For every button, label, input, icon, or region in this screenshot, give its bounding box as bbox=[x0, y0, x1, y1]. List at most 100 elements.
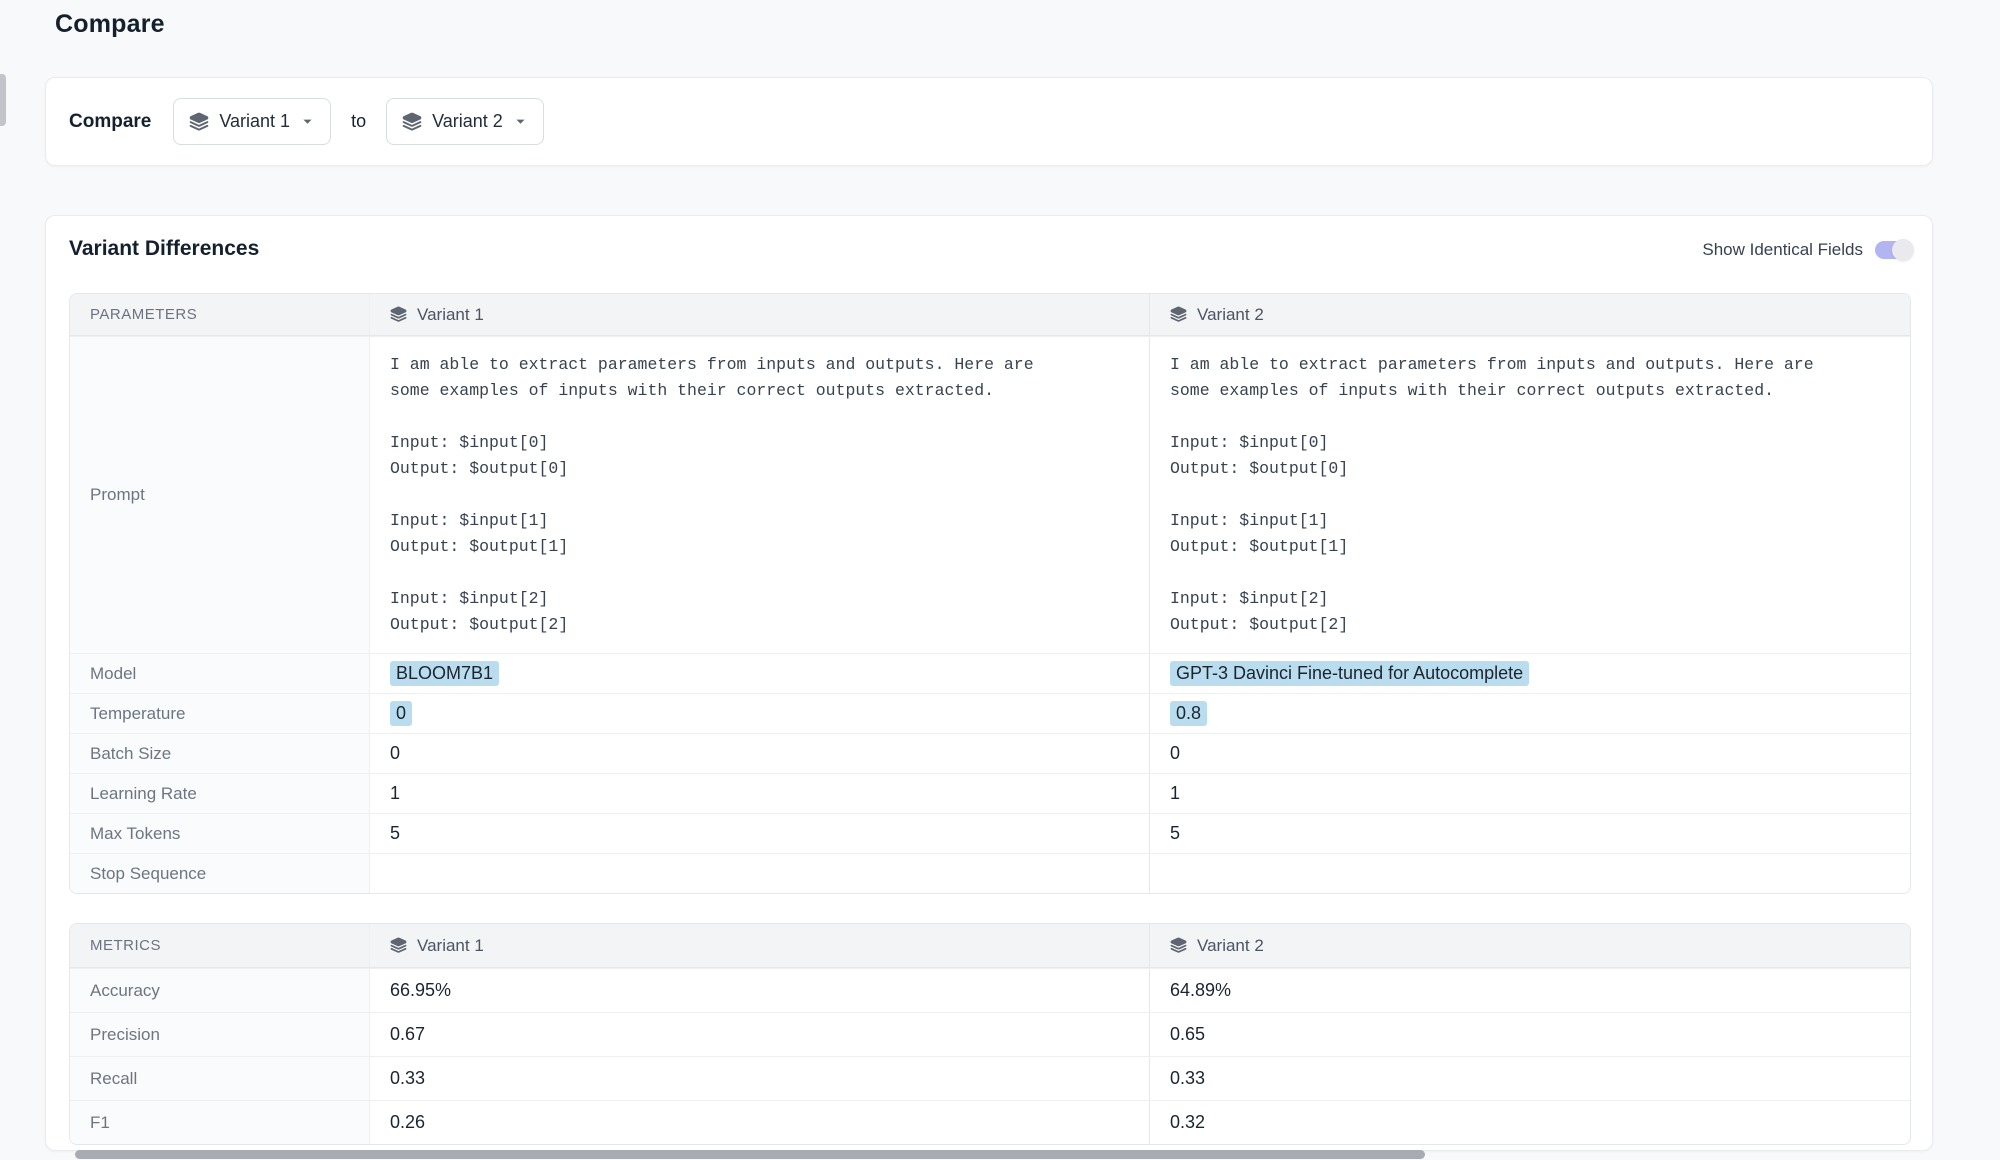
cell-value: 0.32 bbox=[1170, 1112, 1205, 1133]
section-label: METRICS bbox=[90, 937, 161, 954]
variant2-column-header: Variant 2 bbox=[1150, 294, 1910, 335]
variant1-value-cell: 5 bbox=[370, 814, 1150, 853]
chevron-down-icon bbox=[300, 114, 315, 129]
table-row: Max Tokens55 bbox=[70, 813, 1910, 853]
cell-value: 0.67 bbox=[390, 1024, 425, 1045]
section-label: PARAMETERS bbox=[90, 306, 197, 323]
variant2-value-cell: 1 bbox=[1150, 774, 1910, 813]
layers-icon bbox=[402, 112, 422, 132]
variant2-value-cell: 0.65 bbox=[1150, 1013, 1910, 1056]
horizontal-scrollbar-thumb[interactable] bbox=[75, 1150, 1425, 1159]
variant1-value-cell: 66.95% bbox=[370, 969, 1150, 1012]
variant1-selector[interactable]: Variant 1 bbox=[173, 98, 331, 145]
toggle-label: Show Identical Fields bbox=[1702, 240, 1863, 260]
show-identical-fields-toggle[interactable] bbox=[1875, 241, 1912, 259]
variant-header-label: Variant 2 bbox=[1197, 305, 1264, 325]
section-label: METRICS bbox=[70, 924, 370, 967]
vertical-scrollbar-thumb[interactable] bbox=[0, 74, 6, 126]
row-label-cell: Recall bbox=[70, 1057, 370, 1100]
panel-title: Variant Differences bbox=[69, 237, 259, 261]
row-label-cell: Precision bbox=[70, 1013, 370, 1056]
table-row: F1 0.26 0.32 bbox=[70, 1100, 1910, 1144]
row-label-cell: Temperature bbox=[70, 694, 370, 733]
layers-icon bbox=[390, 937, 407, 954]
cell-value: 0.33 bbox=[1170, 1068, 1205, 1089]
variant1-value-cell: 0 bbox=[370, 734, 1150, 773]
row-label: F1 bbox=[90, 1113, 110, 1133]
row-label-cell: Model bbox=[70, 654, 370, 693]
variant1-value-cell: 0 bbox=[370, 694, 1150, 733]
row-label: Recall bbox=[90, 1069, 137, 1089]
layers-icon bbox=[390, 306, 407, 323]
variant1-selector-label: Variant 1 bbox=[219, 111, 290, 132]
table-row: Stop Sequence bbox=[70, 853, 1910, 893]
row-label-cell: F1 bbox=[70, 1101, 370, 1144]
variant2-value-cell: 0.33 bbox=[1150, 1057, 1910, 1100]
variant1-value-cell: 0.67 bbox=[370, 1013, 1150, 1056]
cell-value: I am able to extract parameters from inp… bbox=[390, 352, 1034, 638]
variant2-value-cell: I am able to extract parameters from inp… bbox=[1150, 337, 1910, 653]
page-title: Compare bbox=[55, 10, 165, 39]
variant1-value-cell: BLOOM7B1 bbox=[370, 654, 1150, 693]
variant-header-label: Variant 1 bbox=[417, 305, 484, 325]
layers-icon bbox=[189, 112, 209, 132]
variant-header-label: Variant 1 bbox=[417, 936, 484, 956]
row-label-cell: Max Tokens bbox=[70, 814, 370, 853]
variant2-value-cell: 64.89% bbox=[1150, 969, 1910, 1012]
parameters-table: PARAMETERS Variant 1 Variant 2 Prompt I am a… bbox=[69, 293, 1911, 894]
diff-highlight-value: 0 bbox=[390, 701, 412, 726]
variant-header-label: Variant 2 bbox=[1197, 936, 1264, 956]
variant2-value-cell: 0.8 bbox=[1150, 694, 1910, 733]
variant1-value-cell: 0.33 bbox=[370, 1057, 1150, 1100]
variant2-column-header: Variant 2 bbox=[1150, 924, 1910, 967]
cell-value: 0 bbox=[1170, 743, 1180, 764]
toggle-knob bbox=[1892, 239, 1914, 261]
cell-value: 0.33 bbox=[390, 1068, 425, 1089]
row-label: Temperature bbox=[90, 704, 185, 724]
row-label-cell: Prompt bbox=[70, 337, 370, 653]
variant1-column-header: Variant 1 bbox=[370, 294, 1150, 335]
row-label: Stop Sequence bbox=[90, 864, 206, 884]
variant1-value-cell: I am able to extract parameters from inp… bbox=[370, 337, 1150, 653]
diff-highlight-value: BLOOM7B1 bbox=[390, 661, 499, 686]
cell-value: 0.26 bbox=[390, 1112, 425, 1133]
table-row: Accuracy 66.95% 64.89% bbox=[70, 968, 1910, 1012]
cell-value: 0 bbox=[390, 743, 400, 764]
variant2-value-cell bbox=[1150, 854, 1910, 893]
cell-value: 5 bbox=[390, 823, 400, 844]
row-label: Prompt bbox=[90, 485, 145, 505]
variant2-value-cell: 0.32 bbox=[1150, 1101, 1910, 1144]
cell-value: I am able to extract parameters from inp… bbox=[1170, 352, 1814, 638]
cell-value: 1 bbox=[390, 783, 400, 804]
show-identical-fields-control: Show Identical Fields bbox=[1702, 240, 1912, 260]
layers-icon bbox=[1170, 937, 1187, 954]
cell-value: 1 bbox=[1170, 783, 1180, 804]
variant1-value-cell bbox=[370, 854, 1150, 893]
row-label: Batch Size bbox=[90, 744, 171, 764]
table-row: Batch Size 0 0 bbox=[70, 733, 1910, 773]
variant2-selector[interactable]: Variant 2 bbox=[386, 98, 544, 145]
variant2-value-cell: 0 bbox=[1150, 734, 1910, 773]
table-row: Prompt I am able to extract parameters fr… bbox=[70, 336, 1910, 653]
compare-page: Compare Compare Variant 1 to Variant 2 V… bbox=[0, 0, 2000, 1160]
row-label: Learning Rate bbox=[90, 784, 197, 804]
variant-differences-panel: Variant Differences Show Identical Field… bbox=[45, 215, 1933, 1151]
row-label: Max Tokens bbox=[90, 824, 180, 844]
table-row: Learning Rate 1 1 bbox=[70, 773, 1910, 813]
metrics-table: METRICS Variant 1 Variant 2 Accuracy 66.95% 6… bbox=[69, 923, 1911, 1145]
compare-bar: Compare Variant 1 to Variant 2 bbox=[45, 77, 1933, 166]
cell-value: 64.89% bbox=[1170, 980, 1231, 1001]
row-label-cell: Stop Sequence bbox=[70, 854, 370, 893]
row-label-cell: Batch Size bbox=[70, 734, 370, 773]
table-row: ModelBLOOM7B1GPT-3 Davinci Fine-tuned fo… bbox=[70, 653, 1910, 693]
variant1-value-cell: 0.26 bbox=[370, 1101, 1150, 1144]
row-label-cell: Learning Rate bbox=[70, 774, 370, 813]
table-header-row: PARAMETERS Variant 1 Variant 2 bbox=[70, 294, 1910, 336]
diff-highlight-value: 0.8 bbox=[1170, 701, 1207, 726]
layers-icon bbox=[1170, 306, 1187, 323]
compare-to-label: to bbox=[351, 111, 366, 132]
row-label: Model bbox=[90, 664, 136, 684]
row-label: Accuracy bbox=[90, 981, 160, 1001]
chevron-down-icon bbox=[513, 114, 528, 129]
table-row: Temperature 0 0.8 bbox=[70, 693, 1910, 733]
